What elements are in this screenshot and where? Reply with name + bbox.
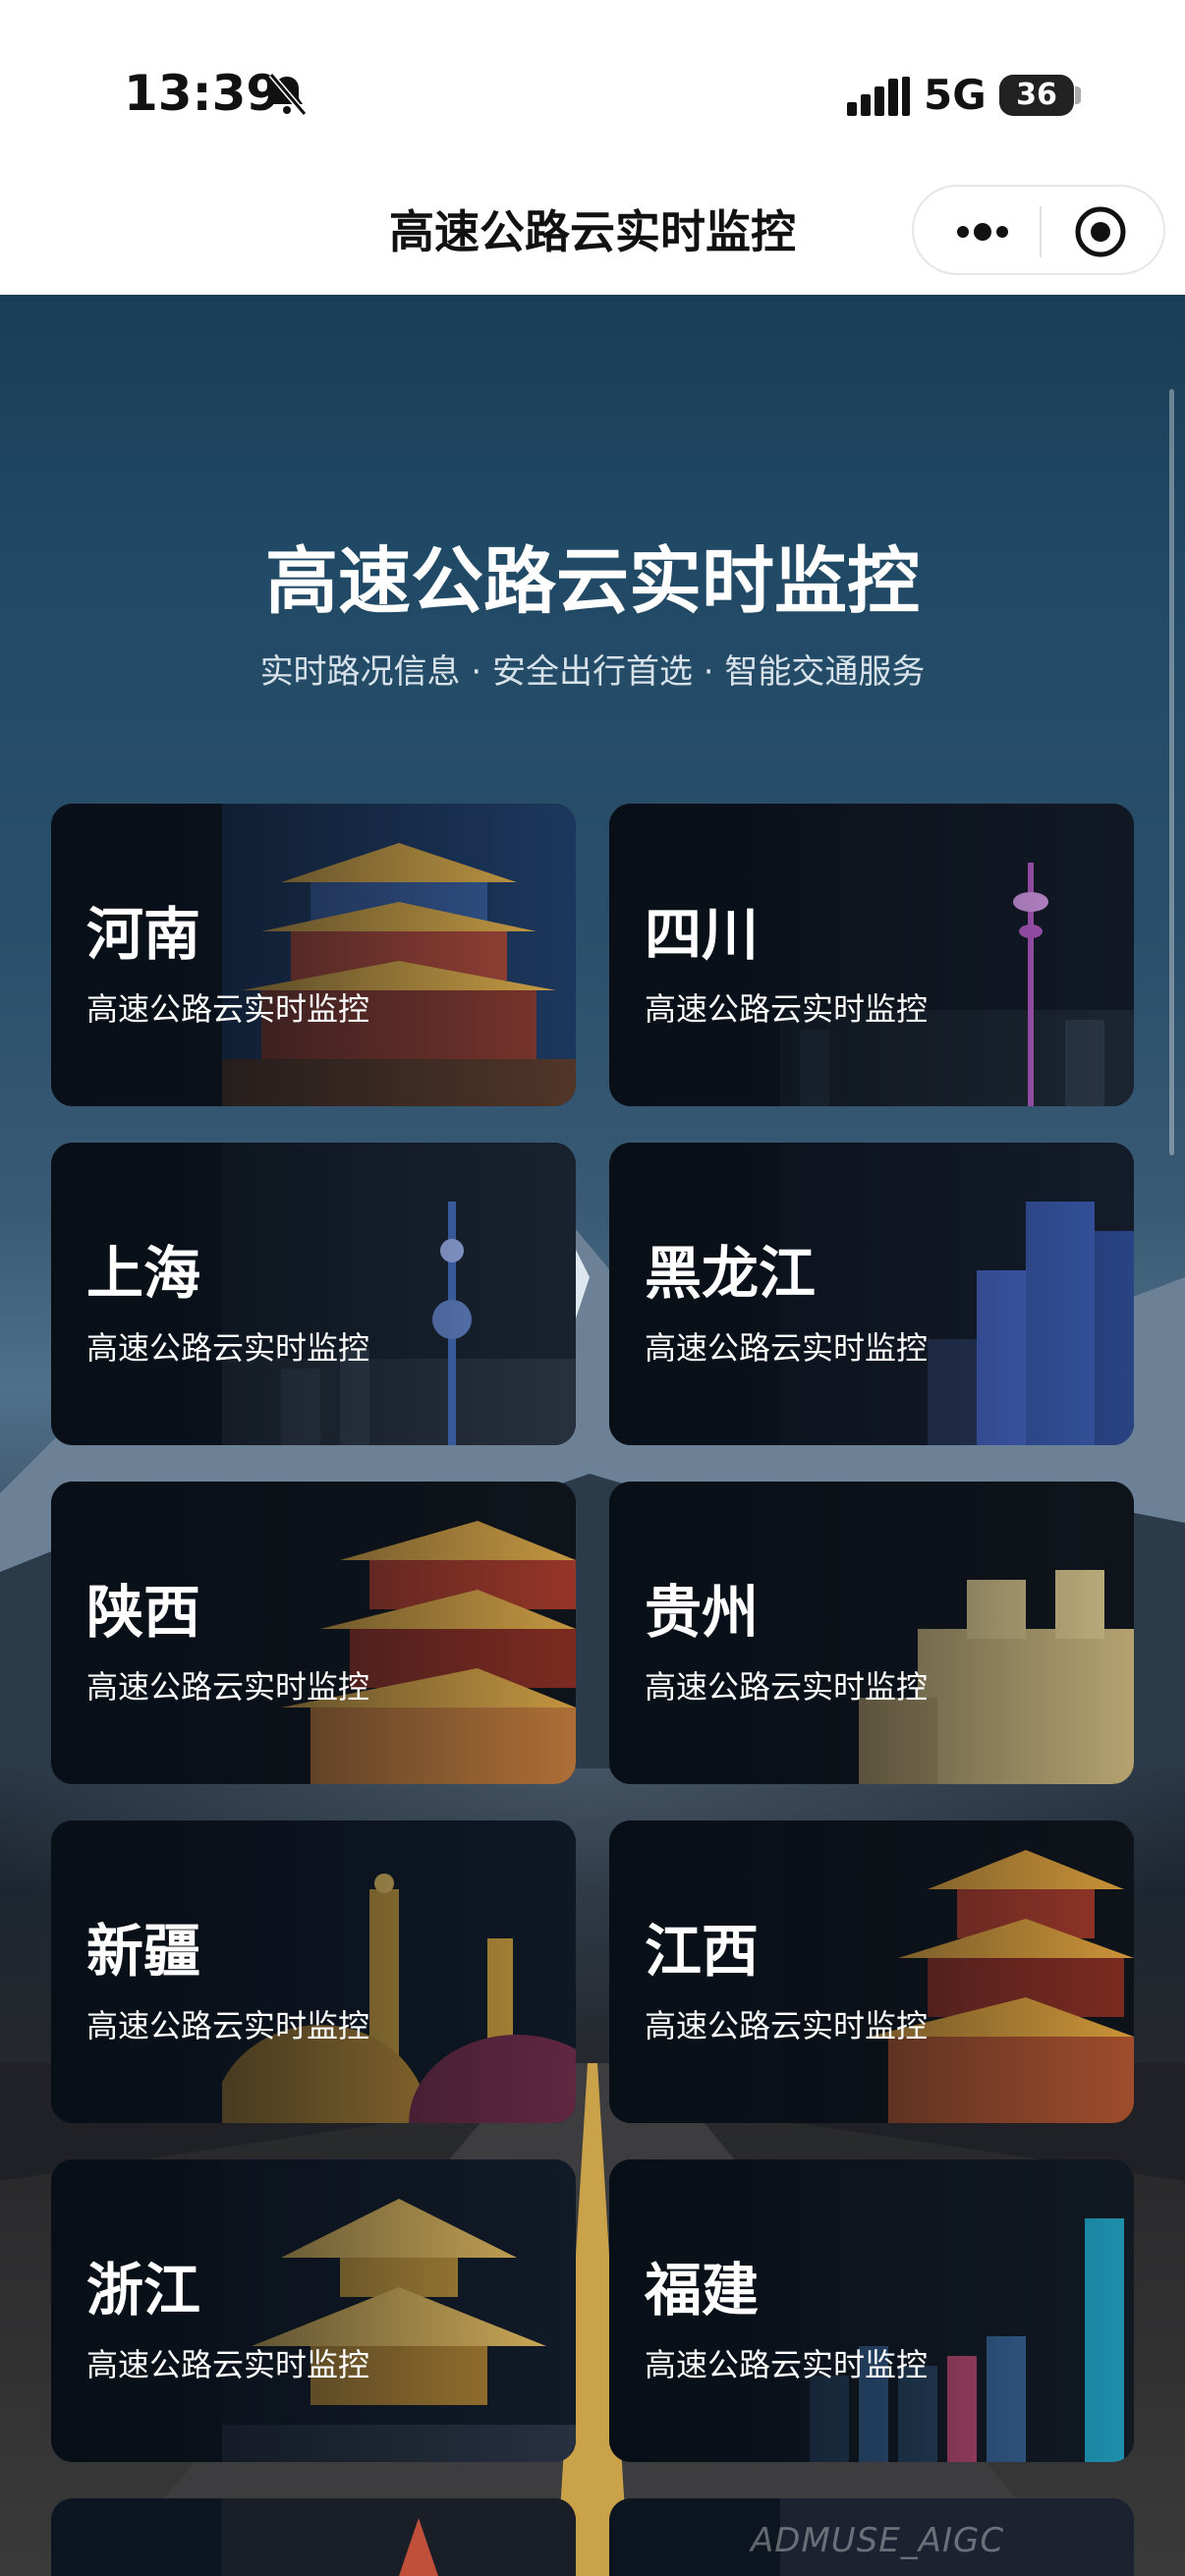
card-title: 新疆 (86, 1918, 201, 1985)
card-title: 黑龙江 (645, 1240, 817, 1307)
card-title: 上海 (86, 1240, 201, 1307)
region-card[interactable]: 陕西 高速公路云实时监控 (51, 1482, 576, 1784)
region-card[interactable]: 新疆 高速公路云实时监控 (51, 1820, 576, 2123)
region-card[interactable]: 浙江 高速公路云实时监控 (51, 2159, 576, 2462)
card-subtitle: 高速公路云实时监控 (645, 1668, 929, 1706)
card-title: 浙江 (86, 2257, 201, 2324)
region-card[interactable]: 福建 高速公路云实时监控 (609, 2159, 1134, 2462)
region-card[interactable]: 江西 高速公路云实时监控 (609, 1820, 1134, 2123)
card-subtitle: 高速公路云实时监控 (86, 990, 370, 1028)
bell-muted-icon (268, 73, 308, 116)
region-card[interactable]: 贵州 高速公路云实时监控 (609, 1482, 1134, 1784)
region-card[interactable]: 四川 高速公路云实时监控 (609, 804, 1134, 1106)
card-subtitle: 高速公路云实时监控 (645, 1329, 929, 1367)
status-bar: 13:39 5G 36 高速公路云实时监控 (0, 0, 1185, 275)
card-subtitle: 高速公路云实时监控 (645, 2007, 929, 2044)
card-title: 江西 (645, 1918, 760, 1985)
battery-indicator: 36 (999, 75, 1074, 116)
more-icon[interactable] (953, 222, 1012, 242)
card-subtitle: 高速公路云实时监控 (86, 2007, 370, 2044)
card-subtitle: 高速公路云实时监控 (645, 2346, 929, 2383)
card-subtitle: 高速公路云实时监控 (86, 1329, 370, 1367)
hero-title: 高速公路云实时监控 (265, 539, 920, 624)
hero-subtitle: 实时路况信息 · 安全出行首选 · 智能交通服务 (259, 652, 926, 692)
capsule-divider (1040, 206, 1042, 257)
card-title: 贵州 (645, 1579, 760, 1646)
network-label: 5G (924, 71, 987, 119)
card-title: 河南 (86, 901, 201, 968)
close-target-icon[interactable] (1073, 204, 1128, 259)
status-time: 13:39 (124, 65, 281, 122)
card-subtitle: 高速公路云实时监控 (86, 2346, 370, 2383)
signal-icon (847, 77, 910, 116)
card-subtitle: 高速公路云实时监控 (645, 990, 929, 1028)
scrollbar[interactable] (1169, 389, 1174, 1155)
card-subtitle: 高速公路云实时监控 (86, 1668, 370, 1706)
card-title: 四川 (645, 901, 760, 968)
region-card-partial[interactable] (51, 2498, 576, 2576)
region-card[interactable]: 上海 高速公路云实时监控 (51, 1143, 576, 1445)
roof-tip-illustration (222, 2498, 576, 2576)
mini-program-capsule (912, 185, 1165, 275)
card-title: 福建 (645, 2257, 760, 2324)
region-card[interactable]: 黑龙江 高速公路云实时监控 (609, 1143, 1134, 1445)
battery-cap (1075, 86, 1081, 104)
watermark: ADMUSE_AIGC (751, 2521, 1005, 2560)
card-title: 陕西 (86, 1579, 201, 1646)
region-card[interactable]: 河南 高速公路云实时监控 (51, 804, 576, 1106)
